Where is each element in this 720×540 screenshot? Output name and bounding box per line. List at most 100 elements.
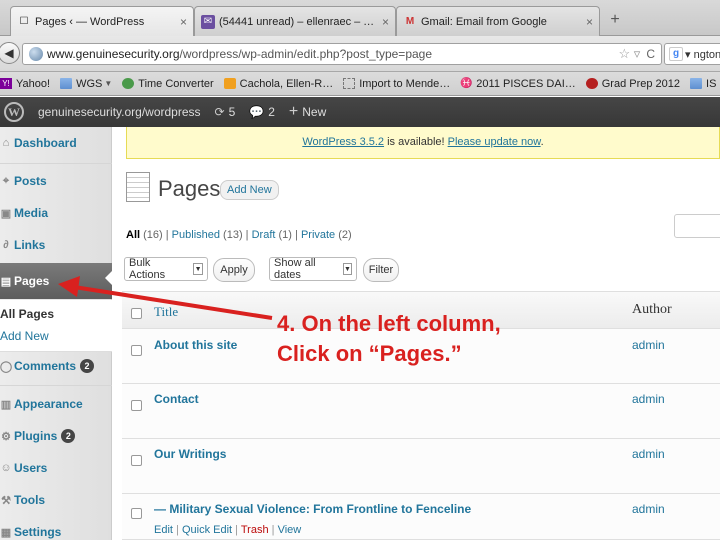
sidebar-item-media[interactable]: ▣ Media: [0, 198, 112, 228]
back-arrow-icon[interactable]: ◀: [0, 42, 20, 64]
plugins-icon: ⚙: [1, 430, 11, 443]
bookmarklet-icon: [343, 78, 356, 89]
update-now-link[interactable]: Please update now: [448, 136, 541, 148]
bookmark-label: Import to Mende…: [359, 77, 451, 90]
refresh-icon: ⟳: [214, 105, 225, 119]
annotation-line-1: 4. On the left column,: [277, 311, 501, 336]
dates-select[interactable]: Show all dates ▼: [269, 257, 357, 281]
updates-link[interactable]: ⟳ 5: [215, 105, 236, 119]
bulk-actions-select[interactable]: Bulk Actions ▼: [124, 257, 208, 281]
sidebar-item-links[interactable]: ∂ Links: [0, 230, 112, 260]
filter-separator: |: [242, 229, 252, 241]
filter-draft[interactable]: Draft (1): [252, 229, 292, 241]
tab-wordpress-pages[interactable]: ☐ Pages ‹ — WordPress ×: [10, 6, 194, 36]
sidebar-item-pages[interactable]: ▤ Pages: [0, 263, 113, 299]
quick-edit-link[interactable]: Quick Edit: [182, 524, 232, 536]
bookmark-star-icon[interactable]: ☆ ▿: [619, 46, 641, 62]
menu-separator: [0, 385, 112, 386]
sidebar-item-label: Plugins: [14, 429, 58, 443]
filter-published[interactable]: Published (13): [172, 229, 243, 241]
filter-all[interactable]: All (16): [126, 229, 163, 241]
row-checkbox[interactable]: [131, 508, 142, 519]
bookmark-pisces[interactable]: ♓ 2011 PISCES DAI…: [460, 78, 575, 90]
filter-private[interactable]: Private (2): [301, 229, 352, 241]
apply-button[interactable]: Apply: [213, 258, 255, 282]
comments-icon: ◯: [0, 360, 13, 373]
bookmark-mendeley[interactable]: Import to Mende…: [343, 78, 450, 90]
action-separator: |: [232, 524, 241, 536]
row-checkbox[interactable]: [131, 400, 142, 411]
menu-separator: [0, 163, 112, 164]
sidebar-item-plugins[interactable]: ⚙ Plugins 2: [0, 421, 112, 451]
tab-gmail[interactable]: M Gmail: Email from Google ×: [396, 6, 600, 36]
sidebar-item-appearance[interactable]: ▥ Appearance: [0, 389, 112, 419]
row-title-link[interactable]: — Military Sexual Violence: From Frontli…: [154, 502, 471, 516]
chevron-down-icon: ▼: [342, 263, 352, 275]
globe-icon: [29, 47, 43, 61]
select-all-checkbox[interactable]: [131, 308, 142, 319]
settings-icon: ▦: [0, 526, 12, 539]
close-icon[interactable]: ×: [382, 15, 389, 29]
tools-icon: ⚒: [1, 494, 11, 507]
row-checkbox[interactable]: [131, 455, 142, 466]
url-text[interactable]: www.genuinesecurity.org/wordpress/wp-adm…: [47, 47, 613, 61]
sidebar-item-dashboard[interactable]: ⌂ Dashboard: [0, 128, 112, 158]
sidebar-item-label: Tools: [14, 493, 46, 507]
bookmark-is-stuff[interactable]: IS Stuff: [690, 78, 720, 90]
notice-text: is available!: [384, 136, 448, 148]
add-new-button[interactable]: Add New: [220, 180, 279, 200]
bookmark-time-converter[interactable]: Time Converter: [122, 78, 214, 90]
search-pages-input[interactable]: [674, 214, 720, 238]
filter-private-label: Private: [300, 229, 336, 241]
submenu-all-pages[interactable]: All Pages: [0, 303, 112, 325]
bookmark-wgs[interactable]: WGS ▼: [60, 78, 112, 90]
reload-icon[interactable]: C: [646, 47, 655, 61]
fish-icon: ♓: [460, 78, 473, 89]
edit-link[interactable]: Edit: [154, 524, 173, 536]
sidebar-item-posts[interactable]: ⌖ Posts: [0, 166, 112, 196]
filter-separator: |: [291, 229, 301, 241]
row-title-link[interactable]: Contact: [154, 392, 199, 406]
filter-draft-label: Draft: [251, 229, 276, 241]
sidebar-item-label: Comments: [14, 359, 77, 373]
pages-icon: [126, 172, 150, 202]
row-author-link[interactable]: admin: [632, 502, 665, 516]
sidebar-item-tools[interactable]: ⚒ Tools: [0, 485, 112, 515]
row-author-link[interactable]: admin: [632, 338, 665, 352]
action-separator: |: [172, 524, 182, 536]
wordpress-version-link[interactable]: WordPress 3.5.2: [302, 136, 384, 148]
sidebar-item-label: Links: [14, 238, 46, 252]
filter-button[interactable]: Filter: [363, 258, 399, 282]
close-icon[interactable]: ×: [586, 15, 593, 29]
bookmark-label: Cachola, Ellen-R…: [239, 77, 334, 90]
new-tab-button[interactable]: +: [604, 10, 626, 32]
sidebar-item-users[interactable]: ☺ Users: [0, 453, 112, 483]
search-field[interactable]: g ▾ ngton l: [664, 43, 720, 65]
address-bar[interactable]: www.genuinesecurity.org/wordpress/wp-adm…: [22, 43, 662, 65]
bookmark-cachola[interactable]: Cachola, Ellen-R…: [223, 77, 334, 90]
sidebar-item-settings[interactable]: ▦ Settings: [0, 517, 112, 540]
column-title-header[interactable]: Title: [154, 304, 178, 320]
row-author-link[interactable]: admin: [632, 392, 665, 406]
close-icon[interactable]: ×: [180, 15, 187, 29]
dashboard-icon: ⌂: [2, 137, 10, 149]
sidebar-item-comments[interactable]: ◯ Comments 2: [0, 351, 112, 381]
bookmark-grad-prep[interactable]: Grad Prep 2012: [585, 78, 680, 90]
row-title-link[interactable]: About this site: [154, 338, 237, 352]
site-name-link[interactable]: genuinesecurity.org/wordpress: [38, 105, 201, 119]
trash-link[interactable]: Trash: [241, 524, 269, 536]
new-content-link[interactable]: + New: [289, 103, 326, 121]
row-checkbox[interactable]: [131, 345, 142, 356]
bookmark-label: IS Stuff: [706, 77, 720, 90]
sidebar-item-label: Posts: [14, 174, 47, 188]
bookmark-yahoo[interactable]: Y! Yahoo!: [0, 78, 50, 90]
view-link[interactable]: View: [278, 524, 302, 536]
speech-bubble-icon: 💬: [249, 105, 265, 119]
comments-link[interactable]: 💬 2: [249, 105, 275, 119]
submenu-add-new[interactable]: Add New: [0, 325, 112, 347]
tab-yahoo-mail[interactable]: ✉ (54441 unread) – ellenraec – Ya… ×: [194, 6, 396, 36]
sidebar-item-label: Dashboard: [14, 136, 77, 150]
wordpress-logo-icon[interactable]: W: [4, 102, 24, 122]
row-author-link[interactable]: admin: [632, 447, 665, 461]
row-title-link[interactable]: Our Writings: [154, 447, 226, 461]
